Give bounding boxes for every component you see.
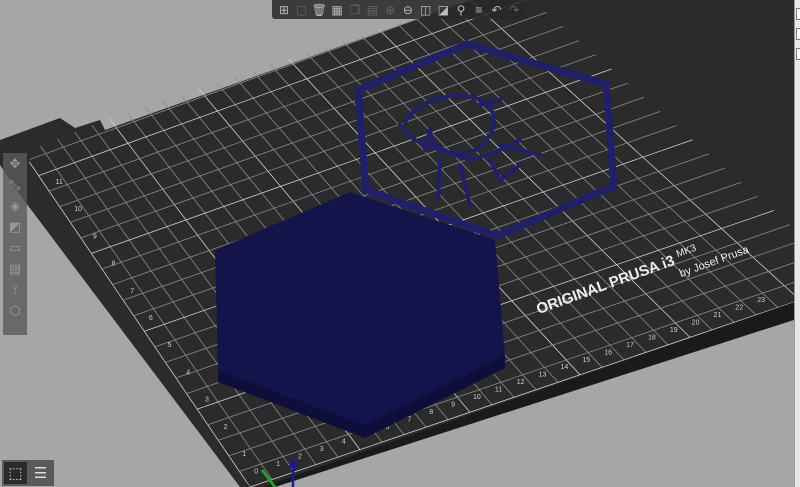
x-tick-label: 17 xyxy=(626,342,634,349)
copy-button[interactable]: ❐ xyxy=(347,1,363,18)
trash-icon: 🗑 xyxy=(311,2,327,17)
cut-icon: ▭ xyxy=(8,240,22,255)
arrange-icon: ▦ xyxy=(331,2,343,17)
x-tick-label: 11 xyxy=(495,387,502,394)
layers-icon: ≡ xyxy=(475,2,483,17)
x-tick-label: 23 xyxy=(757,297,765,304)
delete-icon: ▢ xyxy=(295,2,308,17)
minus-circle-icon: ⊖ xyxy=(402,2,413,17)
x-tick-label: 13 xyxy=(539,372,547,379)
y-tick-label: 1 xyxy=(242,451,246,458)
seam-gizmo-button[interactable]: ⟟ xyxy=(5,281,25,299)
plus-circle-icon: ⊕ xyxy=(385,2,396,17)
supports-gizmo-button[interactable]: ▤ xyxy=(5,260,25,278)
x-tick-label: 18 xyxy=(648,334,656,341)
sidebar-edge[interactable] xyxy=(794,0,800,487)
sidebar-control[interactable] xyxy=(796,48,800,60)
y-tick-label: 2 xyxy=(224,424,228,431)
remove-instance-button[interactable]: ⊖ xyxy=(400,1,416,18)
x-tick-label: 16 xyxy=(604,349,612,356)
paste-icon: ▤ xyxy=(366,2,379,17)
view-toggle: ⬚ ☰ xyxy=(2,460,54,486)
x-tick-label: 20 xyxy=(692,320,700,327)
move-gizmo-button[interactable]: ✥ xyxy=(5,155,25,173)
y-tick-label: 3 xyxy=(205,397,209,404)
y-tick-label: 4 xyxy=(186,369,190,376)
rotate-gizmo-button[interactable]: ◈ xyxy=(5,197,25,215)
x-tick-label: 21 xyxy=(714,312,722,319)
place-on-face-gizmo-button[interactable]: ◩ xyxy=(5,218,25,236)
y-tick-label: 5 xyxy=(168,342,172,349)
y-tick-label: 10 xyxy=(74,206,82,213)
search-icon: ⚲ xyxy=(456,2,466,17)
x-tick-label: 1 xyxy=(276,461,280,468)
y-tick-label: 6 xyxy=(149,315,153,322)
rotate-icon: ◈ xyxy=(10,198,20,213)
sla-support-icon: ⬡ xyxy=(9,303,21,318)
place-on-face-icon: ◩ xyxy=(8,219,22,234)
paste-button[interactable]: ▤ xyxy=(365,1,381,18)
y-tick-label: 8 xyxy=(112,261,116,268)
split-parts-button[interactable]: ◪ xyxy=(435,1,451,18)
sla-support-gizmo-button[interactable]: ⬡ xyxy=(5,302,25,320)
sidebar-control[interactable] xyxy=(796,28,800,40)
x-tick-label: 3 xyxy=(320,446,324,453)
x-tick-label: 0 xyxy=(254,468,258,475)
delete-all-button[interactable]: 🗑 xyxy=(311,1,327,18)
y-tick-label: 11 xyxy=(56,179,63,186)
move-icon: ✥ xyxy=(9,156,21,171)
x-tick-label: 14 xyxy=(560,364,568,371)
seam-icon: ⟟ xyxy=(12,282,18,297)
y-tick-label: 7 xyxy=(130,288,134,295)
add-instance-button[interactable]: ⊕ xyxy=(382,1,398,18)
arrange-button[interactable]: ▦ xyxy=(329,1,345,18)
x-tick-label: 4 xyxy=(342,439,346,446)
cut-gizmo-button[interactable]: ▭ xyxy=(5,239,25,257)
x-tick-label: 8 xyxy=(429,409,433,416)
x-tick-label: 15 xyxy=(582,357,590,364)
split-objects-button[interactable]: ◫ xyxy=(418,1,434,18)
top-toolbar: ⊞ ▢ 🗑 ▦ ❐ ▤ ⊕ ⊖ ◫ ◪ ⚲ ≡ ↶ ↷ xyxy=(272,0,526,19)
add-icon: ⊞ xyxy=(278,2,289,17)
redo-icon: ↷ xyxy=(509,2,520,17)
x-tick-label: 2 xyxy=(298,454,302,461)
search-button[interactable]: ⚲ xyxy=(453,1,469,18)
3d-view-button[interactable]: ⬚ xyxy=(4,462,27,484)
scale-gizmo-button[interactable]: ⤡ xyxy=(5,176,25,194)
supports-icon: ▤ xyxy=(8,261,22,276)
split-objects-icon: ◫ xyxy=(419,2,432,17)
x-tick-label: 22 xyxy=(735,305,743,312)
sidebar-control[interactable] xyxy=(796,8,800,20)
copy-icon: ❐ xyxy=(349,2,361,17)
split-parts-icon: ◪ xyxy=(437,2,449,17)
redo-button[interactable]: ↷ xyxy=(506,1,522,18)
scale-icon: ⤡ xyxy=(9,177,21,192)
x-tick-label: 12 xyxy=(517,379,525,386)
3d-viewport[interactable]: 0123456789101112131415161718192021222312… xyxy=(0,0,800,487)
undo-icon: ↶ xyxy=(491,2,502,17)
x-tick-label: 9 xyxy=(451,401,455,408)
delete-button[interactable]: ▢ xyxy=(294,1,310,18)
preview-button[interactable]: ☰ xyxy=(29,462,52,484)
x-tick-label: 19 xyxy=(670,327,678,334)
x-tick-label: 10 xyxy=(473,394,481,401)
layers-editing-button[interactable]: ≡ xyxy=(471,1,487,18)
undo-button[interactable]: ↶ xyxy=(489,1,505,18)
x-tick-label: 7 xyxy=(407,416,411,423)
add-button[interactable]: ⊞ xyxy=(276,1,292,18)
layers-icon: ☰ xyxy=(33,465,48,482)
gizmo-toolbar: ✥ ⤡ ◈ ◩ ▭ ▤ ⟟ ⬡ xyxy=(3,153,27,335)
y-tick-label: 9 xyxy=(93,233,97,240)
cube-icon: ⬚ xyxy=(8,465,23,482)
